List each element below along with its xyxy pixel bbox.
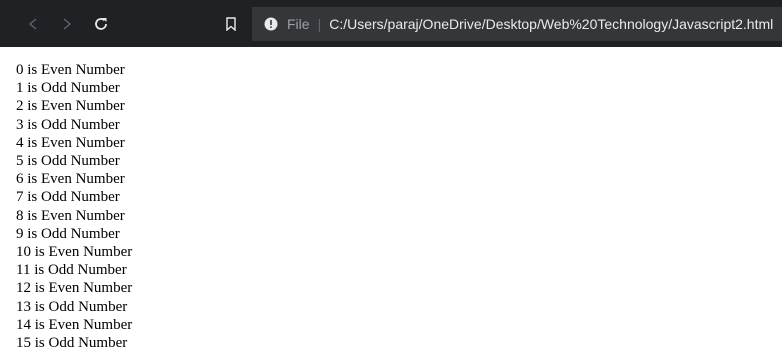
bookmark-icon <box>226 16 236 31</box>
file-label: File <box>287 15 310 32</box>
output-line: 8 is Even Number <box>16 207 125 224</box>
back-button[interactable] <box>18 9 48 39</box>
output-line: 14 is Even Number <box>16 316 133 333</box>
forward-arrow-icon <box>63 17 72 30</box>
output-line: 9 is Odd Number <box>16 225 120 242</box>
output-line: 4 is Even Number <box>16 134 125 151</box>
output-line: 11 is Odd Number <box>16 262 127 279</box>
output-line: 7 is Odd Number <box>16 189 120 206</box>
reload-button[interactable] <box>86 9 116 39</box>
back-arrow-icon <box>28 17 37 30</box>
address-separator: | <box>317 15 322 32</box>
page-content: 0 is Even Number 1 is Odd Number 2 is Ev… <box>0 47 782 352</box>
output-line: 12 is Even Number <box>16 280 133 297</box>
info-icon[interactable] <box>264 17 278 31</box>
forward-button[interactable] <box>52 9 82 39</box>
output-line: 15 is Odd Number <box>16 335 128 352</box>
url-text[interactable]: C:/Users/paraj/OneDrive/Desktop/Web%20Te… <box>329 16 773 32</box>
bookmark-button[interactable] <box>216 9 246 39</box>
output-line: 0 is Even Number <box>16 62 125 78</box>
output-line: 5 is Odd Number <box>16 153 120 170</box>
output-line: 10 is Even Number <box>16 244 133 261</box>
output-line: 1 is Odd Number <box>16 80 120 97</box>
browser-toolbar: File | C:/Users/paraj/OneDrive/Desktop/W… <box>0 0 782 47</box>
output-line: 6 is Even Number <box>16 171 125 188</box>
output-line: 13 is Odd Number <box>16 298 128 315</box>
address-bar[interactable]: File | C:/Users/paraj/OneDrive/Desktop/W… <box>252 6 782 41</box>
output-line: 2 is Even Number <box>16 98 125 115</box>
output-line: 3 is Odd Number <box>16 116 120 133</box>
reload-icon <box>95 17 107 30</box>
